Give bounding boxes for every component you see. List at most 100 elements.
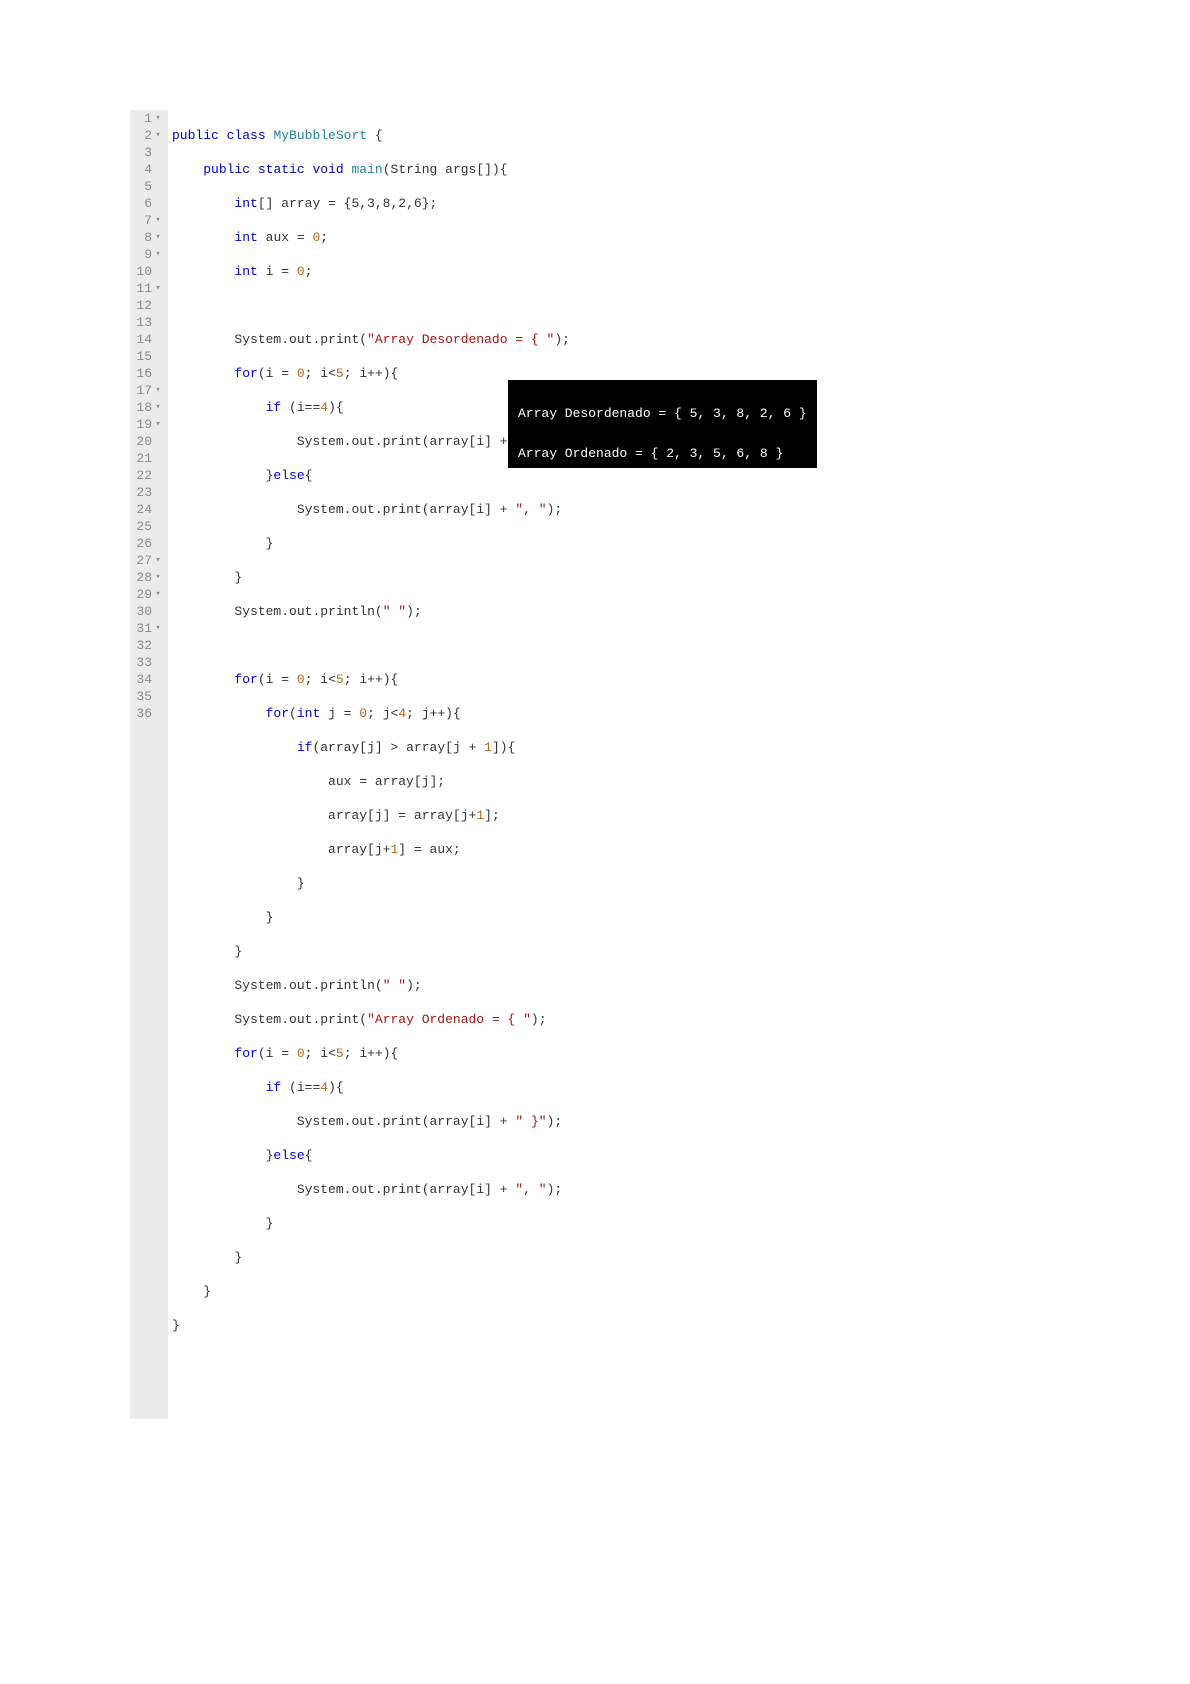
keyword: static (258, 162, 305, 177)
number: 0 (312, 230, 320, 245)
identifier: print (383, 1182, 422, 1197)
identifier: i (476, 1182, 484, 1197)
identifier: out (351, 1182, 374, 1197)
identifier: print (320, 332, 359, 347)
console-output: Array Desordenado = { 5, 3, 8, 2, 6 } Ar… (508, 380, 817, 468)
line-number: 20 (134, 433, 162, 450)
code-line: array[j] = array[j+1]; (172, 807, 570, 824)
identifier: array (414, 808, 453, 823)
identifier: i (359, 366, 367, 381)
keyword: else (273, 1148, 304, 1163)
line-number: 23 (134, 484, 162, 501)
number: 1 (390, 842, 398, 857)
code-area: public class MyBubbleSort { public stati… (168, 110, 570, 1419)
line-number: 31▾ (134, 620, 162, 637)
string-literal: " }" (515, 1114, 546, 1129)
number: 1 (484, 740, 492, 755)
line-number: 7▾ (134, 212, 162, 229)
string-literal: "Array Desordenado = { " (367, 332, 554, 347)
identifier: print (383, 1114, 422, 1129)
code-line: public class MyBubbleSort { (172, 127, 570, 144)
line-number: 21 (134, 450, 162, 467)
code-line: if(array[j] > array[j + 1]){ (172, 739, 570, 756)
identifier: i (297, 400, 305, 415)
code-line (172, 637, 570, 654)
code-line: } (172, 1215, 570, 1232)
identifier: println (320, 978, 375, 993)
identifier: out (351, 1114, 374, 1129)
line-number: 29▾ (134, 586, 162, 603)
identifier: array (328, 808, 367, 823)
identifier: out (289, 1012, 312, 1027)
identifier: print (383, 502, 422, 517)
identifier: println (320, 604, 375, 619)
identifier: j (375, 808, 383, 823)
identifier: i (476, 502, 484, 517)
code-line: } (172, 875, 570, 892)
line-number: 15 (134, 348, 162, 365)
line-number: 35 (134, 688, 162, 705)
keyword: for (234, 672, 257, 687)
string-literal: "Array Ordenado = { " (367, 1012, 531, 1027)
keyword: int (234, 196, 257, 211)
line-number: 9▾ (134, 246, 162, 263)
identifier: System (297, 1114, 344, 1129)
fold-icon[interactable]: ▾ (154, 212, 162, 229)
line-number: 8▾ (134, 229, 162, 246)
fold-icon[interactable]: ▾ (154, 586, 162, 603)
fold-icon[interactable]: ▾ (154, 569, 162, 586)
line-number: 26 (134, 535, 162, 552)
line-number: 2▾ (134, 127, 162, 144)
identifier: System (234, 1012, 281, 1027)
line-number: 6 (134, 195, 162, 212)
identifier: i (266, 672, 274, 687)
code-line: } (172, 1283, 570, 1300)
code-line: } (172, 1249, 570, 1266)
line-number: 34 (134, 671, 162, 688)
fold-icon[interactable]: ▾ (154, 127, 162, 144)
line-number: 25 (134, 518, 162, 535)
code-line: int aux = 0; (172, 229, 570, 246)
identifier: array (430, 434, 469, 449)
fold-icon[interactable]: ▾ (154, 229, 162, 246)
identifier: out (289, 604, 312, 619)
identifier: aux (328, 774, 351, 789)
line-number: 3 (134, 144, 162, 161)
identifier: j (422, 774, 430, 789)
number: 0 (297, 672, 305, 687)
fold-icon[interactable]: ▾ (154, 110, 162, 127)
identifier: i (359, 672, 367, 687)
fold-icon[interactable]: ▾ (154, 399, 162, 416)
identifier: i (266, 366, 274, 381)
fold-icon[interactable]: ▾ (154, 246, 162, 263)
identifier: i (266, 1046, 274, 1061)
identifier: array (430, 1114, 469, 1129)
identifier: j (367, 740, 375, 755)
fold-icon[interactable]: ▾ (154, 620, 162, 637)
code-line: } (172, 909, 570, 926)
fold-icon[interactable]: ▾ (154, 552, 162, 569)
code-line: for(i = 0; i<5; i++){ (172, 1045, 570, 1062)
identifier: System (234, 604, 281, 619)
line-number: 14 (134, 331, 162, 348)
line-number: 4 (134, 161, 162, 178)
line-number: 1▾ (134, 110, 162, 127)
line-number: 11▾ (134, 280, 162, 297)
identifier: out (351, 434, 374, 449)
keyword: if (266, 1080, 282, 1095)
keyword: int (297, 706, 320, 721)
line-number: 33 (134, 654, 162, 671)
line-number: 24 (134, 501, 162, 518)
code-line: } (172, 569, 570, 586)
fold-icon[interactable]: ▾ (154, 416, 162, 433)
identifier: array (281, 196, 320, 211)
code-line: System.out.print("Array Desordenado = { … (172, 331, 570, 348)
fold-icon[interactable]: ▾ (154, 280, 162, 297)
line-number-gutter: 1▾2▾34567▾8▾9▾1011▾121314151617▾18▾19▾20… (130, 110, 168, 1419)
identifier: i (476, 1114, 484, 1129)
line-number: 18▾ (134, 399, 162, 416)
line-number: 16 (134, 365, 162, 382)
line-number: 17▾ (134, 382, 162, 399)
keyword: int (234, 264, 257, 279)
fold-icon[interactable]: ▾ (154, 382, 162, 399)
